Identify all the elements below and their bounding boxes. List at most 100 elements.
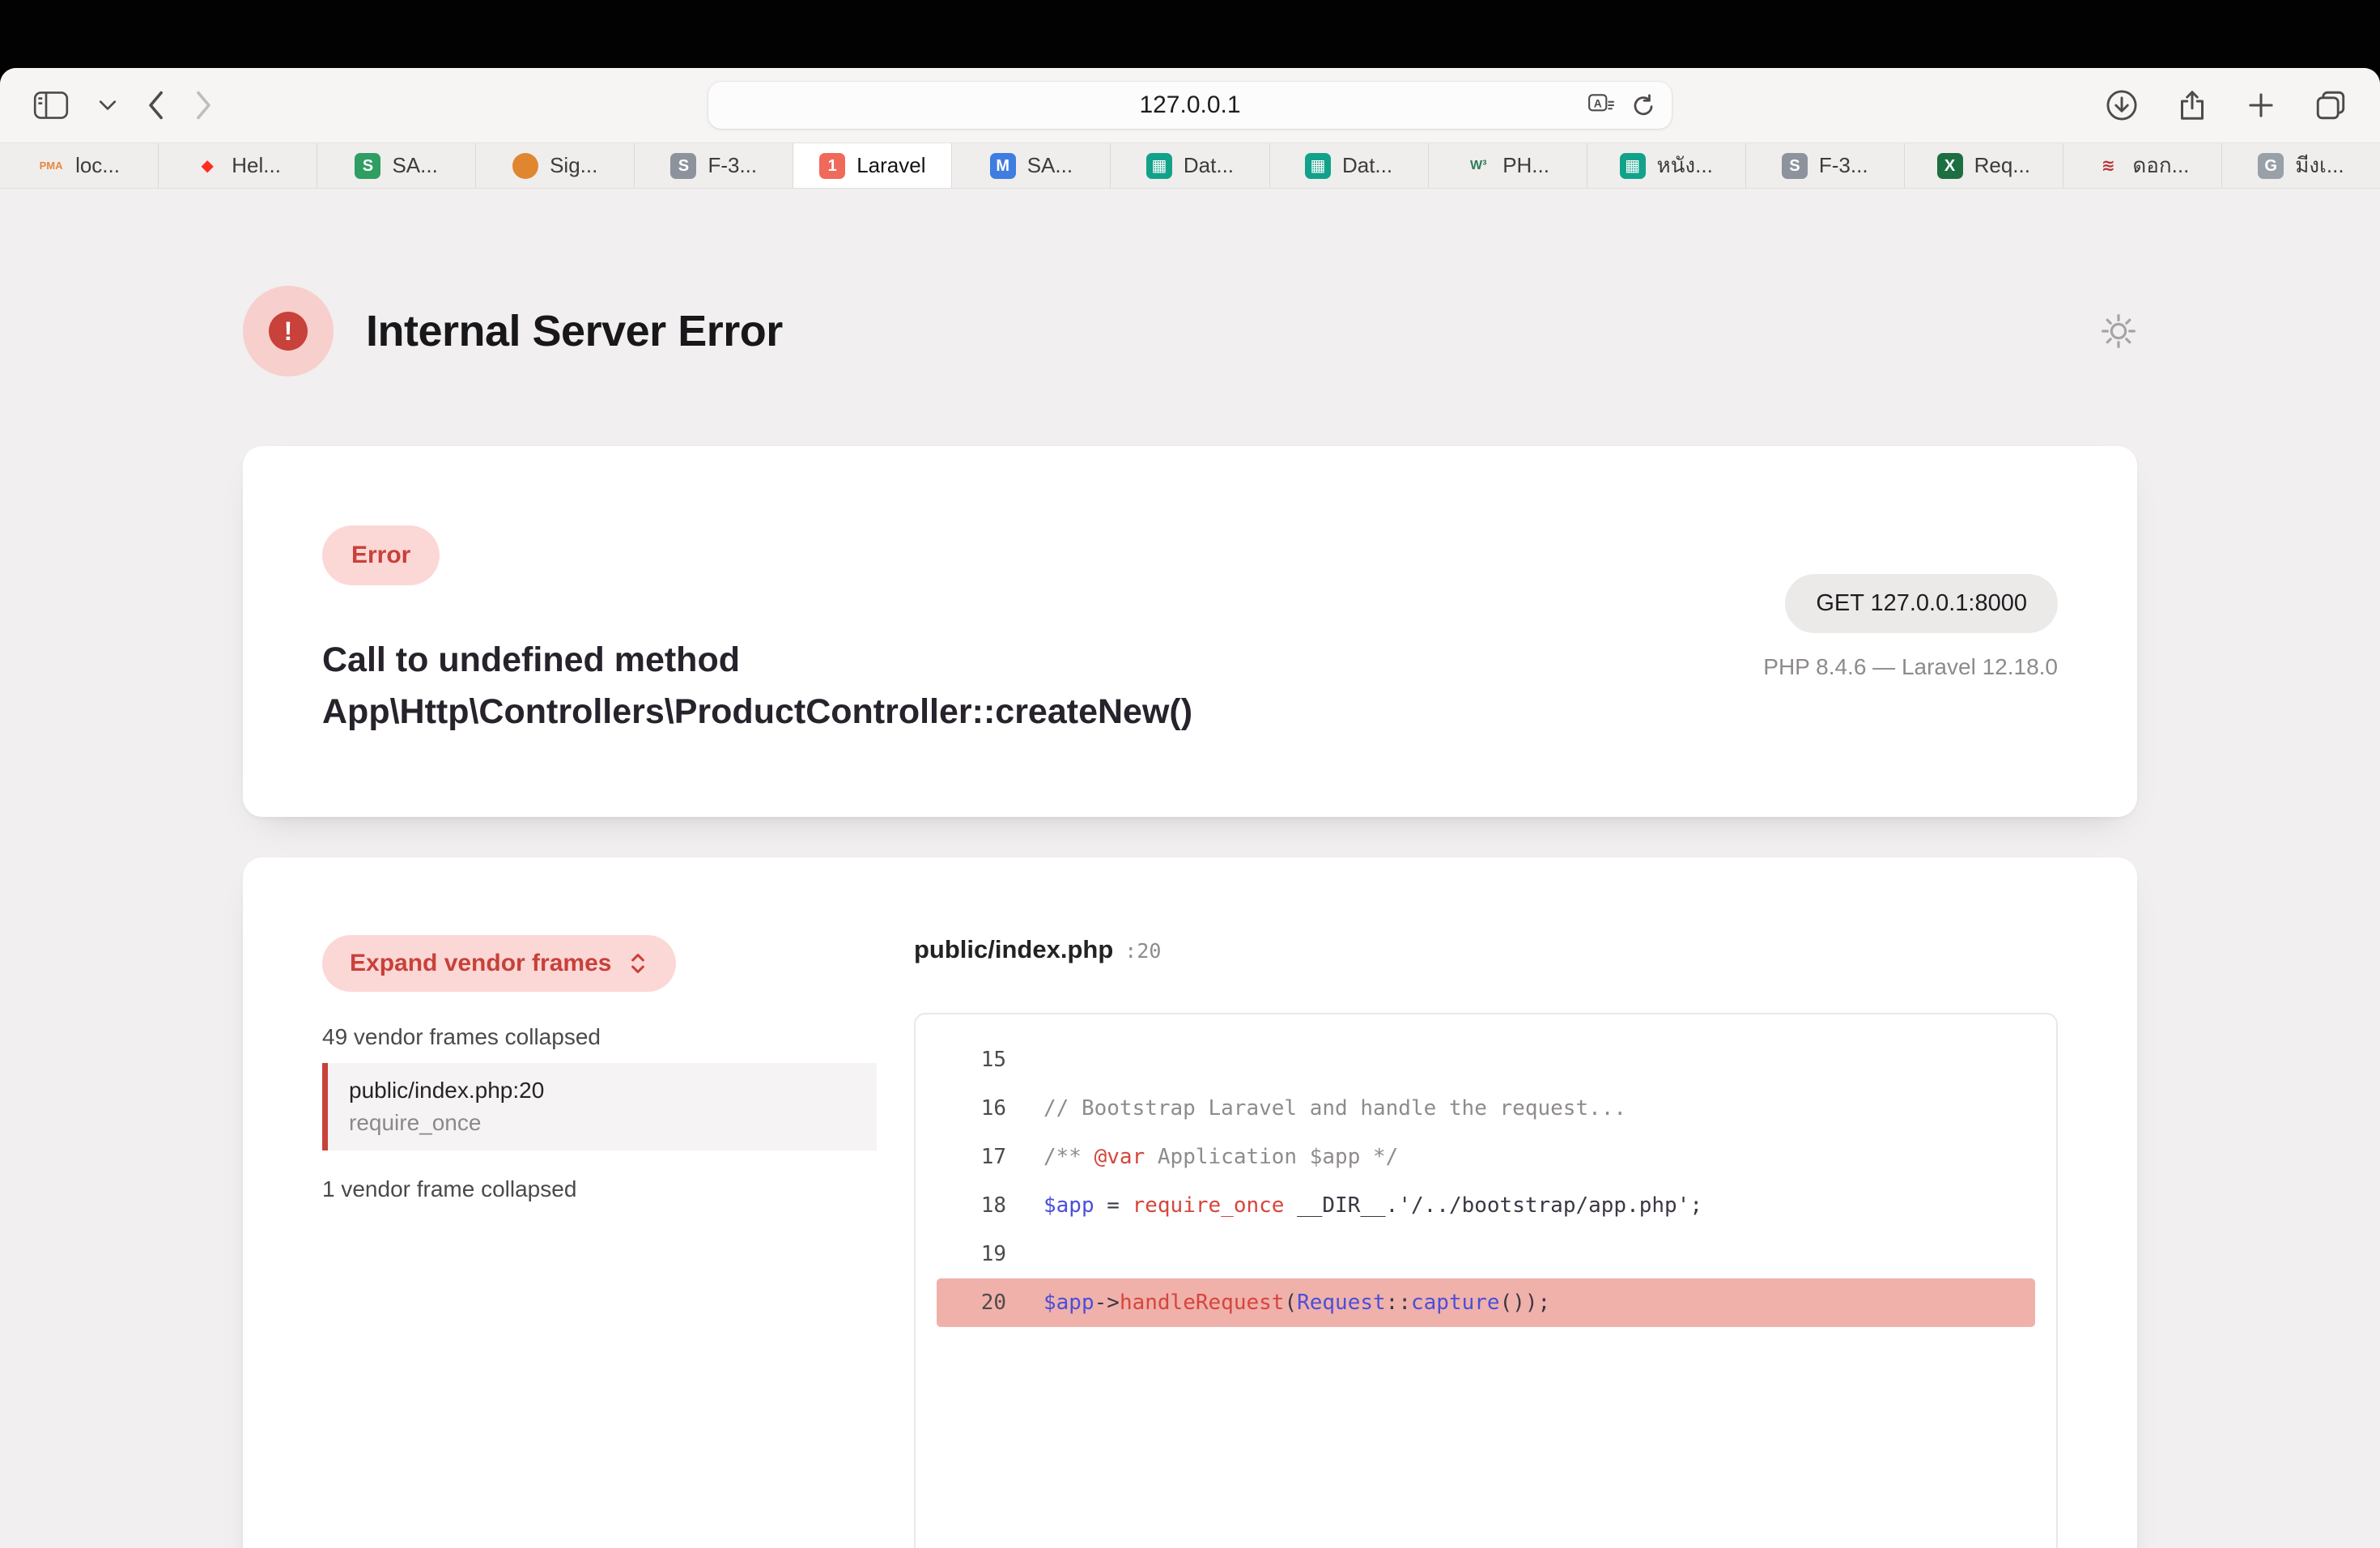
tab-7[interactable]: ▦ Dat... [1111, 143, 1269, 188]
tab-6[interactable]: MSA... [952, 143, 1111, 188]
tab-favicon: S [355, 153, 380, 179]
tab-9[interactable]: W³ PH... [1429, 143, 1587, 188]
frame-method: require_once [349, 1110, 856, 1136]
tab-10[interactable]: ▦หนัง... [1587, 143, 1746, 188]
collapsed-frames-bottom: 1 vendor frame collapsed [322, 1176, 877, 1202]
error-badge: Error [322, 525, 440, 585]
code-text: /** @var Application $app */ [1043, 1145, 1398, 1169]
browser-toolbar: 127.0.0.1 A [0, 68, 2380, 142]
tab-label: Hel... [232, 153, 281, 178]
code-text: $app = require_once __DIR__.'/../bootstr… [1043, 1193, 1702, 1218]
snippet-file-name: public/index.php [914, 935, 1113, 964]
line-number: 19 [937, 1242, 1006, 1266]
share-icon[interactable] [2176, 87, 2208, 123]
url-bar-icons: A [1587, 91, 1657, 119]
reload-icon[interactable] [1630, 91, 1657, 119]
expand-vendor-frames-button[interactable]: Expand vendor frames [322, 935, 676, 992]
tab-favicon [512, 153, 538, 179]
tab-3[interactable]: Sig... [476, 143, 635, 188]
tab-label: ดอก... [2132, 149, 2189, 182]
tab-14[interactable]: G มีงเ... [2222, 143, 2380, 188]
tab-label: Sig... [550, 153, 597, 178]
tab-label: มีงเ... [2295, 149, 2344, 182]
tab-0[interactable]: PMAloc... [0, 143, 159, 188]
code-line-highlighted: 20 $app->handleRequest(Request::capture()… [937, 1278, 2035, 1327]
snippet-line-number: :20 [1124, 939, 1161, 963]
tab-label: Laravel [856, 153, 925, 178]
tab-favicon: M [990, 153, 1016, 179]
svg-text:A: A [1594, 98, 1602, 110]
download-icon[interactable] [2105, 88, 2139, 122]
code-text: // Bootstrap Laravel and handle the requ… [1043, 1096, 1626, 1121]
exception-message-line2: App\Http\Controllers\ProductController::… [322, 686, 2058, 738]
tab-13[interactable]: ≋ ดอก... [2063, 143, 2222, 188]
theme-toggle-sun-icon[interactable] [2100, 313, 2137, 350]
page-content: ! Internal Server Error [0, 189, 2380, 1548]
tab-label: SA... [392, 153, 437, 178]
tab-8[interactable]: ▦ Dat... [1270, 143, 1429, 188]
tab-label: loc... [75, 153, 120, 178]
tab-label: F-3... [708, 153, 757, 178]
exception-card: Error Call to undefined method App\Http\… [243, 446, 2137, 817]
line-number: 20 [937, 1291, 1006, 1315]
tab-favicon: ≋ [2095, 153, 2121, 179]
tabs-overview-icon[interactable] [2314, 88, 2348, 122]
tab-favicon: S [670, 153, 696, 179]
code-line: 15 [937, 1036, 2035, 1084]
tab-favicon: W³ [1465, 153, 1491, 179]
request-method-pill: GET 127.0.0.1:8000 [1785, 574, 2058, 633]
tab-label: Req... [1974, 153, 2030, 178]
translate-icon[interactable]: A [1587, 92, 1617, 118]
back-icon[interactable] [146, 90, 165, 121]
code-text: $app->handleRequest(Request::capture()); [1043, 1291, 1550, 1315]
code-line: 19 [937, 1230, 2035, 1278]
tab-favicon: ▦ [1305, 153, 1331, 179]
new-tab-icon[interactable] [2246, 90, 2276, 121]
code-snippet: 15 16 // Bootstrap Laravel and handle the … [914, 1013, 2058, 1548]
forward-icon[interactable] [194, 90, 214, 121]
snippet-header: public/index.php :20 [914, 935, 2058, 964]
safari-window: 127.0.0.1 A [0, 68, 2380, 1548]
screen: 127.0.0.1 A [0, 0, 2380, 1548]
tab-label: PH... [1502, 153, 1549, 178]
code-line: 16 // Bootstrap Laravel and handle the re… [937, 1084, 2035, 1133]
trace-frame-list: Expand vendor frames 49 vendor frames co… [322, 935, 877, 1548]
request-meta: GET 127.0.0.1:8000 PHP 8.4.6 — Laravel 1… [1763, 574, 2058, 680]
tab-4[interactable]: S F-3... [635, 143, 793, 188]
error-page-header: ! Internal Server Error [243, 286, 2137, 376]
url-bar[interactable]: 127.0.0.1 A [708, 82, 1672, 129]
php-laravel-versions: PHP 8.4.6 — Laravel 12.18.0 [1763, 654, 2058, 680]
code-line: 17 /** @var Application $app */ [937, 1133, 2035, 1181]
sidebar-icon[interactable] [32, 91, 70, 120]
tab-5-active[interactable]: 1 Laravel [793, 143, 952, 188]
tab-favicon: ▦ [1620, 153, 1646, 179]
line-number: 17 [937, 1145, 1006, 1169]
code-snippet-panel: public/index.php :20 15 16 // Bootstrap La… [914, 935, 2058, 1548]
expand-vendor-frames-label: Expand vendor frames [350, 950, 611, 977]
line-number: 15 [937, 1048, 1006, 1072]
code-line: 18 $app = require_once __DIR__.'/../boots… [937, 1181, 2035, 1230]
tab-favicon: X [1937, 153, 1963, 179]
tab-favicon: S [1782, 153, 1808, 179]
tab-2[interactable]: S SA... [317, 143, 476, 188]
tab-favicon: ◆ [194, 153, 220, 179]
toolbar-right-group [2105, 87, 2348, 123]
tab-label: Dat... [1184, 153, 1234, 178]
tab-favicon: ▦ [1146, 153, 1172, 179]
tab-label: F-3... [1819, 153, 1868, 178]
tab-label: Dat... [1342, 153, 1392, 178]
tab-11[interactable]: S F-3... [1746, 143, 1905, 188]
line-number: 18 [937, 1193, 1006, 1218]
tab-favicon: G [2258, 153, 2284, 179]
tab-strip: PMAloc... ◆ Hel... S SA... Sig... S F-3... 1 Lara… [0, 142, 2380, 189]
tab-favicon: 1 [819, 153, 845, 179]
url-text: 127.0.0.1 [1139, 91, 1240, 119]
sidebar-chevron-down-icon[interactable] [99, 100, 117, 111]
expand-chevrons-icon [627, 951, 648, 976]
tab-1[interactable]: ◆ Hel... [159, 143, 317, 188]
page-title: Internal Server Error [366, 306, 783, 356]
tab-12[interactable]: X Req... [1905, 143, 2063, 188]
stack-trace-card: Expand vendor frames 49 vendor frames co… [243, 857, 2137, 1548]
line-number: 16 [937, 1096, 1006, 1121]
stack-frame-item[interactable]: public/index.php:20 require_once [322, 1063, 877, 1150]
